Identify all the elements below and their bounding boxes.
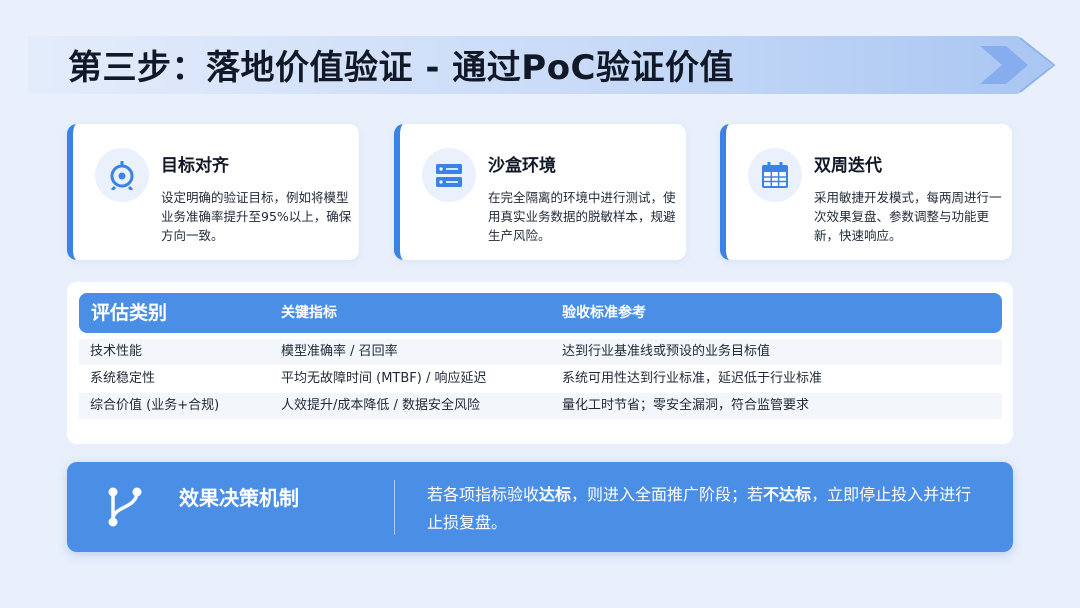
card-title: 双周迭代	[814, 156, 882, 176]
decision-description: 若各项指标验收达标，则进入全面推广阶段；若不达标，立即停止投入并进行止损复盘。	[427, 481, 987, 537]
table-cell: 技术性能	[90, 344, 143, 359]
table-cell: 模型准确率 / 召回率	[281, 344, 398, 359]
page-title: 第三步：落地价值验证 - 通过PoC验证价值	[68, 48, 735, 88]
column-header-metrics: 关键指标	[281, 305, 337, 321]
divider	[394, 480, 395, 535]
calendar-icon	[748, 148, 802, 202]
card-sandbox-environment: 沙盒环境 在完全隔离的环境中进行测试，使用真实业务数据的脱敏样本，规避生产风险。	[394, 124, 686, 260]
card-title: 目标对齐	[161, 156, 229, 176]
table-cell: 量化工时节省；零安全漏洞，符合监管要求	[562, 398, 810, 413]
table-row: 系统稳定性 平均无故障时间 (MTBF) / 响应延迟 系统可用性达到行业标准，…	[79, 366, 1002, 392]
branch-icon	[105, 484, 145, 534]
column-header-category: 评估类别	[91, 302, 168, 324]
decision-title: 效果决策机制	[179, 486, 299, 510]
table-cell: 平均无故障时间 (MTBF) / 响应延迟	[281, 371, 487, 386]
server-icon	[422, 148, 476, 202]
card-biweekly-iteration: 双周迭代 采用敏捷开发模式，每两周进行一次效果复盘、参数调整与功能更新，快速响应…	[720, 124, 1012, 260]
card-description: 设定明确的验证目标，例如将模型业务准确率提升至95%以上，确保方向一致。	[161, 190, 352, 243]
card-description: 在完全隔离的环境中进行测试，使用真实业务数据的脱敏样本，规避生产风险。	[488, 190, 676, 243]
card-description: 采用敏捷开发模式，每两周进行一次效果复盘、参数调整与功能更新，快速响应。	[814, 190, 1002, 243]
decision-keyword-fail: 不达标	[763, 485, 812, 504]
table-row: 技术性能 模型准确率 / 召回率 达到行业基准线或预设的业务目标值	[79, 339, 1002, 365]
table-row: 综合价值 (业务+合规) 人效提升/成本降低 / 数据安全风险 量化工时节省；零…	[79, 393, 1002, 419]
table-cell: 系统可用性达到行业标准，延迟低于行业标准	[562, 371, 823, 386]
decision-text-part: ，则进入全面推广阶段；若	[571, 485, 764, 504]
table-cell: 达到行业基准线或预设的业务目标值	[562, 344, 771, 359]
column-header-criteria: 验收标准参考	[562, 305, 646, 321]
decision-keyword-pass: 达标	[539, 485, 572, 504]
card-title: 沙盒环境	[488, 156, 556, 176]
table-cell: 人效提升/成本降低 / 数据安全风险	[281, 398, 481, 413]
table-cell: 综合价值 (业务+合规)	[90, 398, 220, 413]
table-cell: 系统稳定性	[90, 371, 156, 386]
target-icon	[95, 148, 149, 202]
decision-text-part: 若各项指标验收	[427, 485, 540, 504]
evaluation-table: 评估类别 关键指标 验收标准参考 技术性能 模型准确率 / 召回率 达到行业基准…	[67, 282, 1013, 444]
decision-mechanism-panel: 效果决策机制 若各项指标验收达标，则进入全面推广阶段；若不达标，立即停止投入并进…	[67, 462, 1013, 552]
card-goal-alignment: 目标对齐 设定明确的验证目标，例如将模型业务准确率提升至95%以上，确保方向一致…	[67, 124, 359, 260]
table-header: 评估类别 关键指标 验收标准参考	[79, 293, 1002, 333]
